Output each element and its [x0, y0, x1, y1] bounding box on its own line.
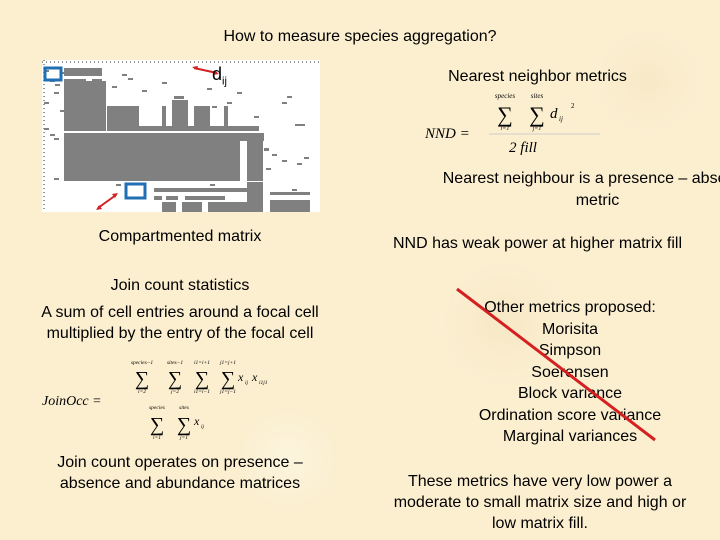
strike-line — [456, 287, 656, 442]
strike-through-overlay — [456, 287, 656, 442]
conclusion-line1: These metrics have very low power a — [407, 473, 673, 490]
conclusion-line3: low matrix fill. — [491, 515, 588, 532]
conclusion-line2: moderate to small matrix size and high o… — [393, 494, 687, 511]
